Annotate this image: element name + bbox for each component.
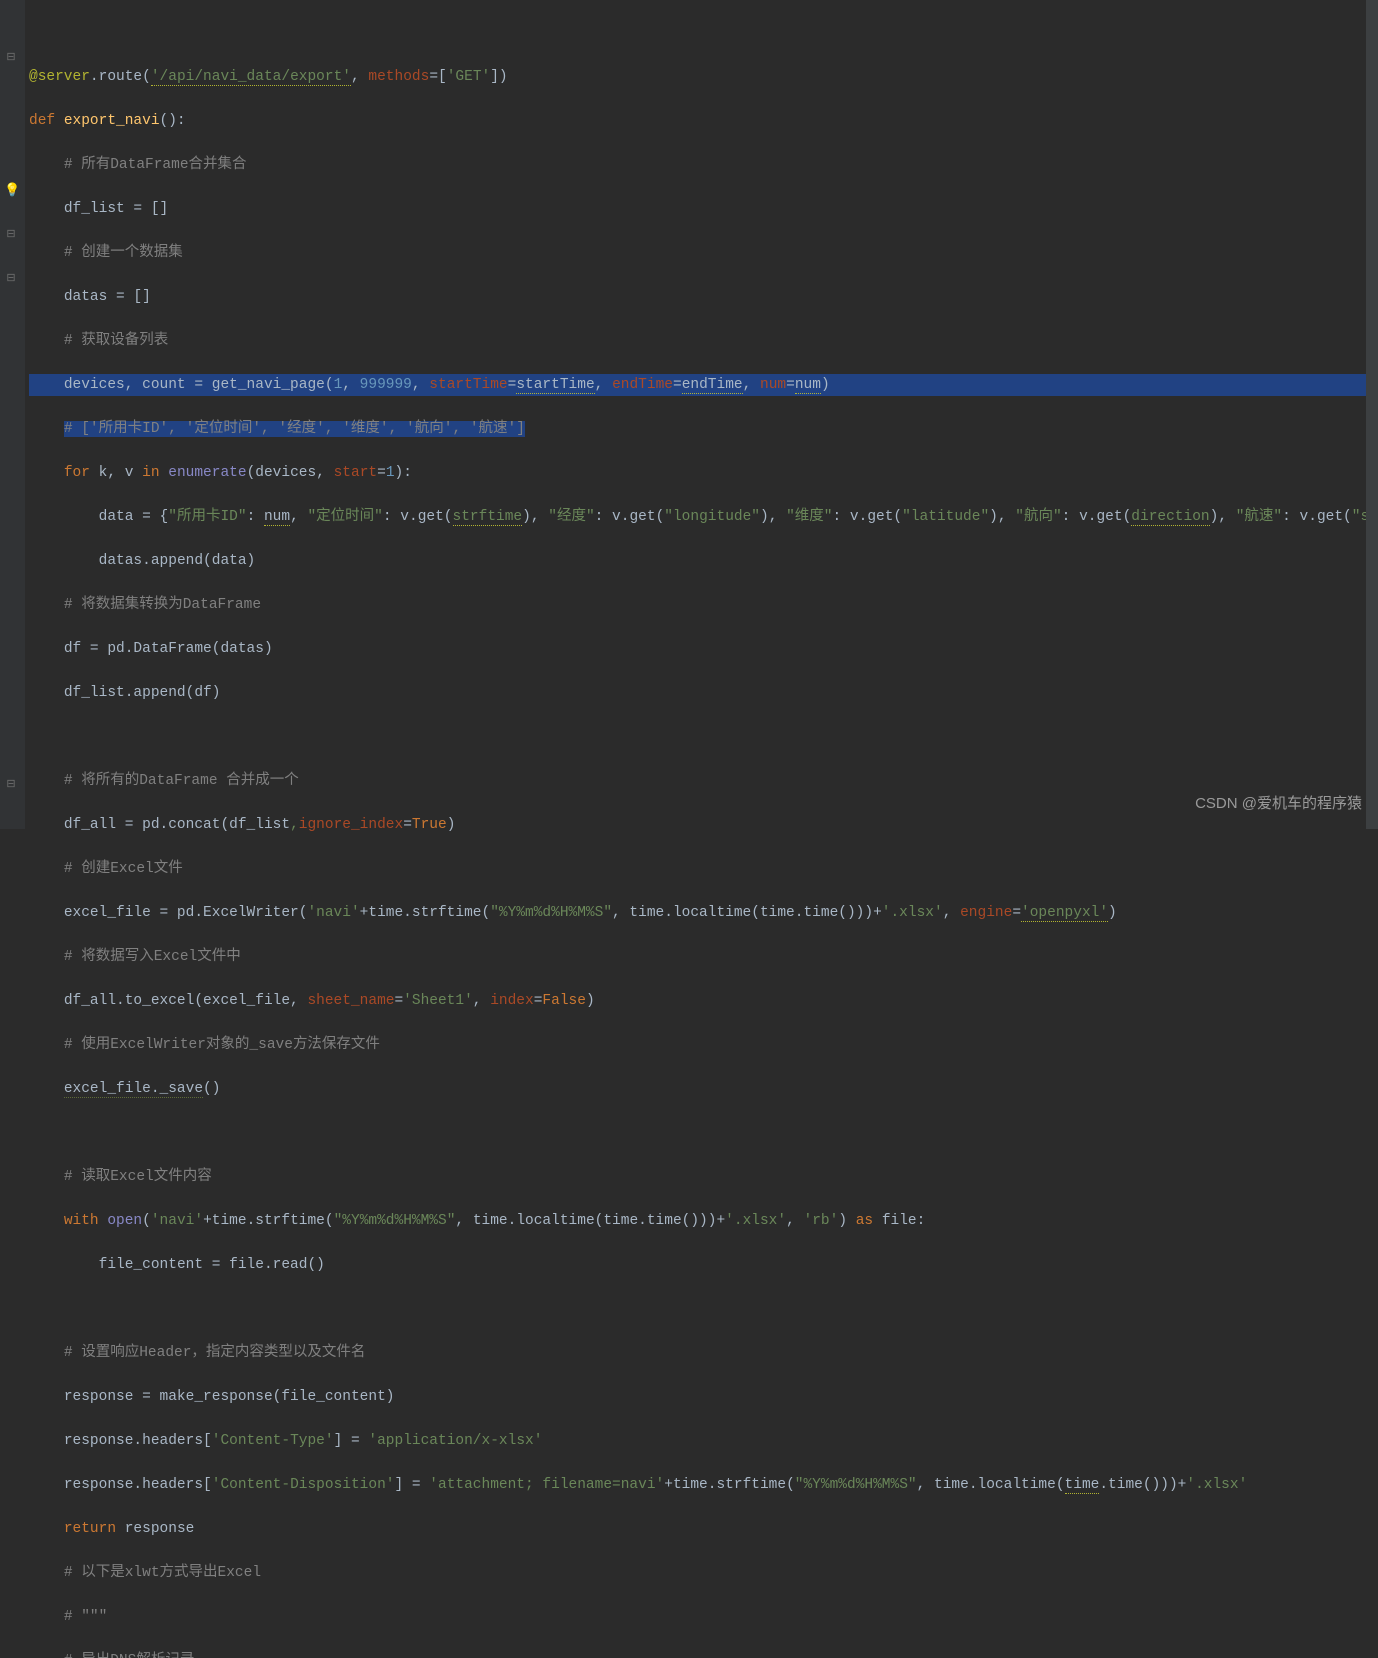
decorator: @server xyxy=(29,69,90,85)
gutter: ⊟ 💡 ⊟ ⊟ ⊟ xyxy=(0,0,25,829)
fold-icon[interactable]: ⊟ xyxy=(4,224,18,238)
code-content[interactable]: @server.route('/api/navi_data/export', m… xyxy=(25,0,1378,829)
scrollbar-strip[interactable] xyxy=(1366,0,1378,829)
code-editor[interactable]: ⊟ 💡 ⊟ ⊟ ⊟ @server.route('/api/navi_data/… xyxy=(0,0,1378,829)
bulb-icon[interactable]: 💡 xyxy=(4,180,18,194)
watermark: CSDN @爱机车的程序猿 xyxy=(1195,793,1362,815)
fold-icon[interactable]: ⊟ xyxy=(4,774,18,788)
highlighted-line: devices, count = get_navi_page(1, 999999… xyxy=(29,374,1378,396)
fold-icon[interactable]: ⊟ xyxy=(4,47,18,61)
fold-icon[interactable]: ⊟ xyxy=(4,268,18,282)
